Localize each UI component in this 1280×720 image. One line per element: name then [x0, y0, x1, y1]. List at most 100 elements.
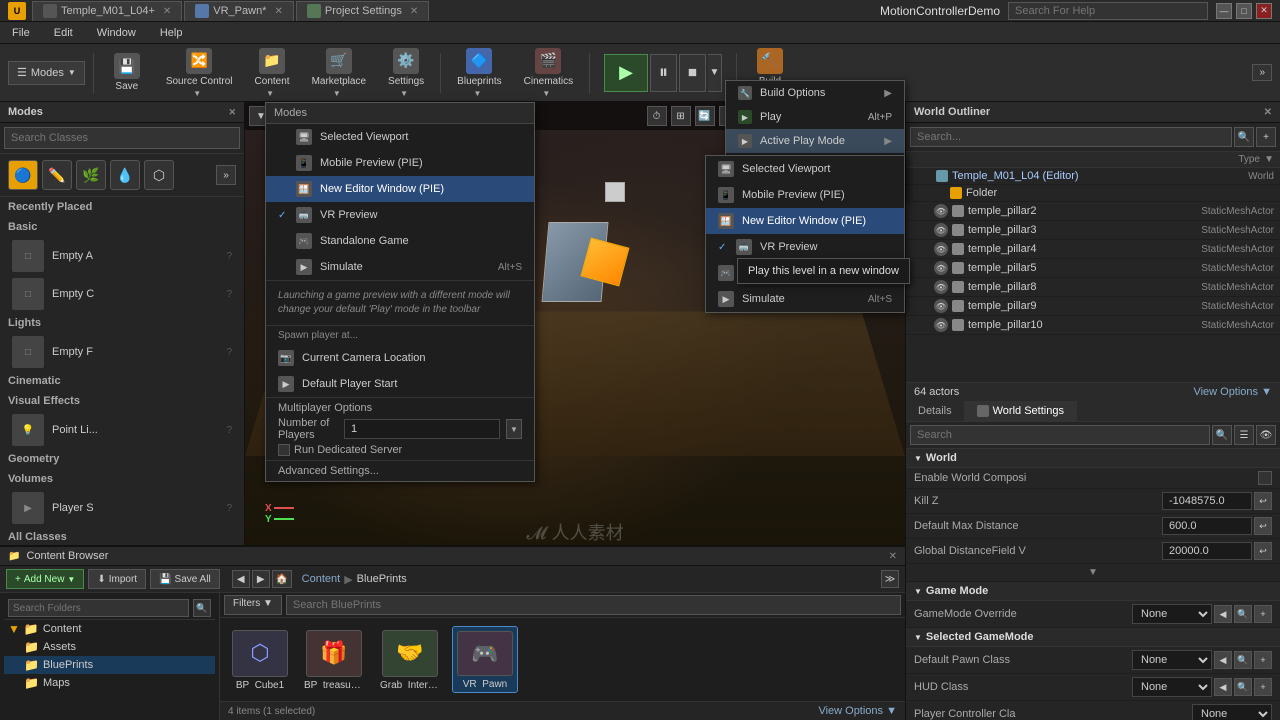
- num-players-input[interactable]: [344, 419, 500, 439]
- save-button[interactable]: 💾 Save: [102, 48, 152, 98]
- basic-header[interactable]: Basic: [0, 217, 244, 237]
- hud-add[interactable]: +: [1254, 678, 1272, 696]
- mode-place-icon[interactable]: 🔵: [8, 160, 38, 190]
- table-row[interactable]: 👁 temple_pillar9 StaticMeshActor: [906, 297, 1280, 316]
- table-row[interactable]: 👁 temple_pillar4 StaticMeshActor: [906, 240, 1280, 259]
- cb-extra-button[interactable]: ≫: [881, 570, 899, 588]
- save-all-button[interactable]: 💾 Save All: [150, 569, 220, 589]
- asset-view-options-button[interactable]: View Options ▼: [818, 705, 897, 717]
- table-row[interactable]: 👁 temple_pillar3 StaticMeshActor: [906, 221, 1280, 240]
- minimize-button[interactable]: —: [1216, 3, 1232, 19]
- outliner-search-input[interactable]: [910, 127, 1232, 147]
- outliner-world-row[interactable]: Temple_M01_L04 (Editor) World: [906, 168, 1280, 185]
- simulate-mode-item[interactable]: ▶ Simulate Alt+S: [266, 254, 534, 280]
- table-row[interactable]: 👁 temple_pillar8 StaticMeshActor: [906, 278, 1280, 297]
- mode-geometry-icon[interactable]: ⬡: [144, 160, 174, 190]
- volumes-header[interactable]: Volumes: [0, 469, 244, 489]
- selected-game-mode-section-header[interactable]: Selected GameMode: [906, 628, 1280, 647]
- content-browser-close-icon[interactable]: ✕: [889, 551, 897, 562]
- expand-toolbar-button[interactable]: »: [1252, 64, 1272, 81]
- default-pawn-search[interactable]: 🔍: [1234, 651, 1252, 669]
- build-options-item[interactable]: 🔧 Build Options ▶: [726, 81, 904, 105]
- search-for-help-input[interactable]: [1008, 2, 1208, 20]
- more-modes-button[interactable]: »: [216, 165, 236, 185]
- nav-up-button[interactable]: 🏠: [272, 570, 292, 588]
- add-new-button[interactable]: + Add New ▼: [6, 569, 84, 589]
- modes-button[interactable]: ☰ Modes ▼: [8, 61, 85, 85]
- default-player-start-item[interactable]: ▶ Default Player Start: [266, 371, 534, 397]
- standalone-game-mode-item[interactable]: 🎮 Standalone Game: [266, 228, 534, 254]
- default-max-dist-input[interactable]: [1162, 517, 1252, 535]
- vr-preview-item[interactable]: ✓ 🥽 VR Preview: [706, 234, 904, 260]
- mobile-preview-mode-item[interactable]: 📱 Mobile Preview (PIE): [266, 150, 534, 176]
- tab-temple[interactable]: Temple_M01_L04+ ✕: [32, 1, 182, 21]
- nav-back-button[interactable]: ◀: [232, 570, 250, 588]
- global-dist-field-reset-button[interactable]: ↩: [1254, 542, 1272, 560]
- source-control-button[interactable]: 🔀 Source Control ▼: [158, 48, 241, 98]
- visibility-toggle[interactable]: 👁: [934, 261, 948, 275]
- outliner-add-button[interactable]: +: [1256, 127, 1276, 147]
- current-camera-item[interactable]: 📷 Current Camera Location: [266, 345, 534, 371]
- folder-item[interactable]: 📁 BluePrints: [4, 656, 215, 674]
- menu-file[interactable]: File: [6, 25, 36, 41]
- player-controller-select[interactable]: None: [1192, 704, 1272, 720]
- asset-search-input[interactable]: [286, 595, 901, 615]
- list-item[interactable]: □ Empty A ?: [0, 237, 244, 275]
- folder-item[interactable]: ▼ 📁 Content: [4, 620, 215, 638]
- settings-button[interactable]: ⚙️ Settings ▼: [380, 48, 432, 98]
- visibility-toggle[interactable]: 👁: [934, 299, 948, 313]
- cinematics-button[interactable]: 🎬 Cinematics ▼: [516, 48, 581, 98]
- outliner-search-button[interactable]: 🔍: [1234, 127, 1254, 147]
- list-item[interactable]: 🎁 BP_treasure_1: [300, 626, 368, 693]
- close-button[interactable]: ✕: [1256, 3, 1272, 19]
- nav-forward-button[interactable]: ▶: [252, 570, 270, 588]
- filters-button[interactable]: Filters ▼: [224, 595, 282, 615]
- new-editor-window-item[interactable]: 🪟 New Editor Window (PIE): [706, 208, 904, 234]
- list-item[interactable]: □ Empty F ?: [0, 333, 244, 371]
- table-row[interactable]: 👁 temple_pillar10 StaticMeshActor: [906, 316, 1280, 335]
- folder-item[interactable]: 📁 Assets: [4, 638, 215, 656]
- menu-edit[interactable]: Edit: [48, 25, 79, 41]
- visibility-toggle[interactable]: 👁: [934, 223, 948, 237]
- enable-world-compos-checkbox[interactable]: [1258, 471, 1272, 485]
- visibility-toggle[interactable]: 👁: [934, 280, 948, 294]
- blueprints-button[interactable]: 🔷 Blueprints ▼: [449, 48, 509, 98]
- list-item[interactable]: 🤝 Grab_Interface: [376, 626, 444, 693]
- search-classes-input[interactable]: [4, 127, 240, 149]
- list-item[interactable]: ▶ Player S ?: [0, 489, 244, 527]
- mode-landscape-icon[interactable]: 🌿: [76, 160, 106, 190]
- vr-preview-mode-item[interactable]: ✓ 🥽 VR Preview: [266, 202, 534, 228]
- new-editor-window-mode-item[interactable]: 🪟 New Editor Window (PIE): [266, 176, 534, 202]
- list-item[interactable]: □ Empty C ?: [0, 275, 244, 313]
- lights-header[interactable]: Lights: [0, 313, 244, 333]
- content-button[interactable]: 📁 Content ▼: [247, 48, 298, 98]
- world-section-header[interactable]: World: [906, 449, 1280, 468]
- marketplace-button[interactable]: 🛒 Marketplace ▼: [304, 48, 374, 98]
- details-search-input[interactable]: [910, 425, 1210, 445]
- details-list-icon[interactable]: ☰: [1234, 425, 1254, 445]
- import-button[interactable]: ⬇ Import: [88, 569, 146, 589]
- active-play-mode-item[interactable]: ▶ Active Play Mode ▶: [726, 129, 904, 153]
- geometry-header[interactable]: Geometry: [0, 449, 244, 469]
- folder-search-input[interactable]: [8, 599, 189, 617]
- pause-button[interactable]: ⏸: [650, 54, 677, 92]
- list-item[interactable]: 🎮 VR_Pawn: [452, 626, 518, 693]
- gamemode-add[interactable]: +: [1254, 605, 1272, 623]
- folder-item[interactable]: 📁 Maps: [4, 674, 215, 692]
- selected-viewport-mode-item[interactable]: 🖥 Selected Viewport: [266, 124, 534, 150]
- hud-nav-back[interactable]: ◀: [1214, 678, 1232, 696]
- maximize-button[interactable]: □: [1236, 3, 1252, 19]
- visibility-toggle[interactable]: 👁: [934, 318, 948, 332]
- viewport-grid-icon[interactable]: ⊞: [671, 106, 691, 126]
- mode-paint-icon[interactable]: ✏️: [42, 160, 72, 190]
- stop-button[interactable]: ⏹: [679, 54, 706, 92]
- folder-search-icon[interactable]: 🔍: [193, 599, 211, 617]
- run-dedicated-server-checkbox[interactable]: [278, 444, 290, 456]
- details-search-icon[interactable]: 🔍: [1212, 425, 1232, 445]
- gamemode-search[interactable]: 🔍: [1234, 605, 1252, 623]
- all-classes-header[interactable]: All Classes: [0, 527, 244, 547]
- outliner-sort-col[interactable]: ▼: [1260, 154, 1274, 165]
- cinematic-header[interactable]: Cinematic: [0, 371, 244, 391]
- play-button[interactable]: ▶: [604, 54, 648, 92]
- advanced-settings-item[interactable]: Advanced Settings...: [266, 460, 534, 481]
